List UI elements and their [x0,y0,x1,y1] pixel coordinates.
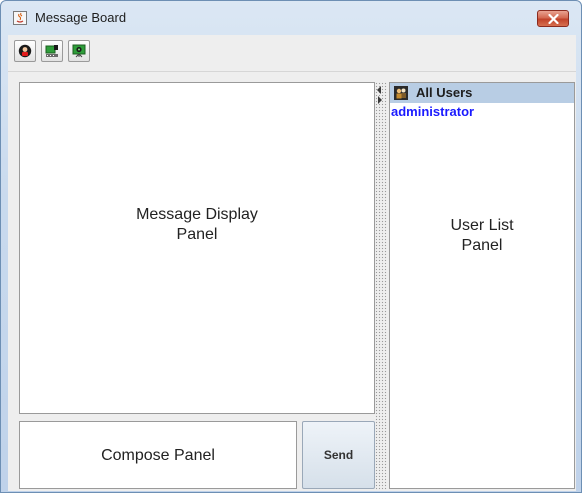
title-bar[interactable]: Message Board [1,1,581,35]
split-pane-divider[interactable] [375,82,387,490]
close-button[interactable] [537,10,569,27]
java-cup-icon [13,11,27,25]
network-computer-icon [45,45,58,57]
user-list-header[interactable]: All Users [390,83,574,103]
network-computer-button[interactable] [41,40,63,62]
message-display-panel[interactable]: Message Display Panel [19,82,375,414]
message-display-caption: Message Display Panel [136,206,258,243]
user-list-panel: All Users administrator User List Panel [389,82,575,489]
client-area: Message Display Panel Compose Panel Send [8,35,576,491]
close-icon [548,14,559,24]
collapse-left-icon[interactable] [377,86,382,94]
window-title: Message Board [35,10,127,25]
monitor-broadcast-button[interactable] [68,40,90,62]
compose-caption: Compose Panel [101,447,215,464]
expand-right-icon[interactable] [377,96,382,104]
users-group-icon [394,86,408,100]
monitor-broadcast-icon [72,44,86,58]
toolbar [8,35,576,72]
message-board-window: Message Board Message Display Panel Comp… [0,0,582,493]
all-users-label: All Users [416,85,473,100]
user-list-item[interactable]: administrator [391,104,474,119]
user-list-caption: User List Panel [450,217,514,254]
send-button[interactable]: Send [302,421,375,489]
compose-panel[interactable]: Compose Panel [19,421,297,489]
user-status-icon [18,44,32,58]
user-status-button[interactable] [14,40,36,62]
